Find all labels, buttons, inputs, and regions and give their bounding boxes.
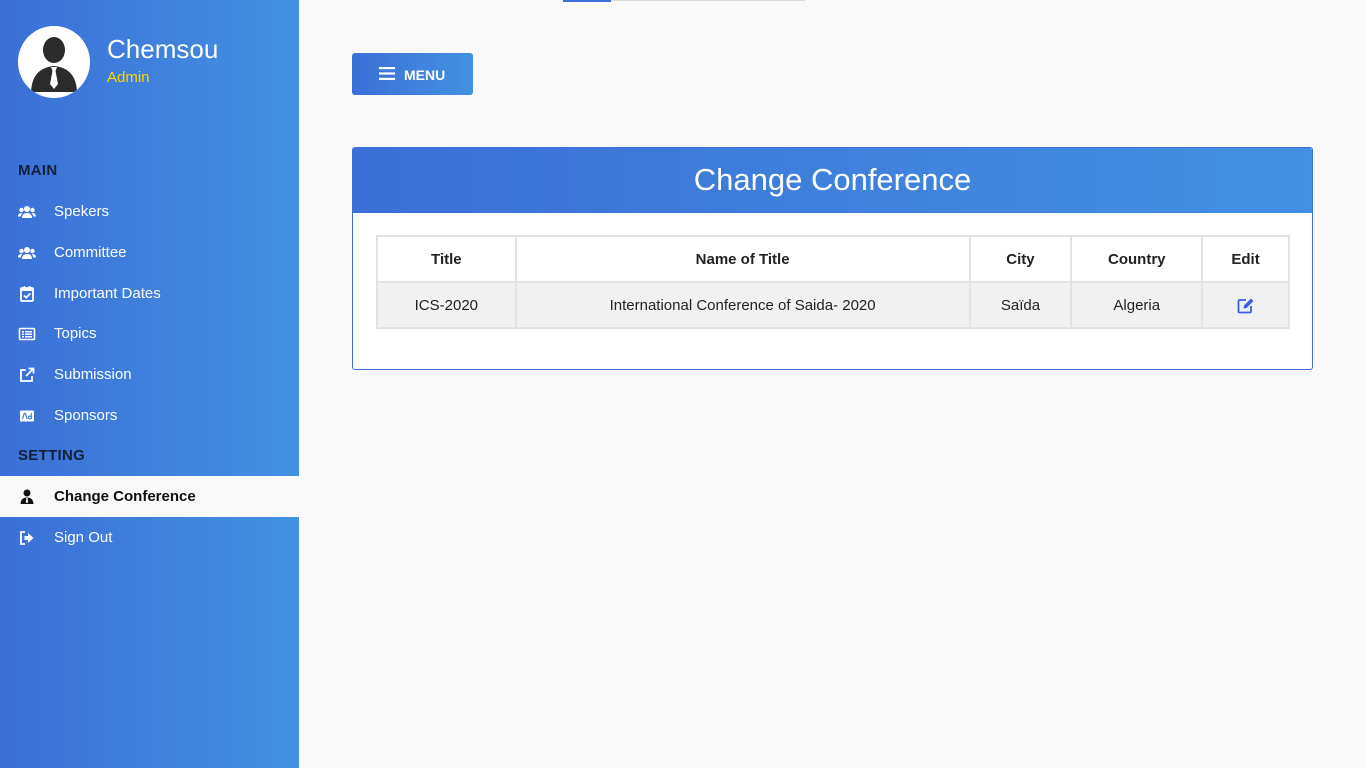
sidebar-item-committee[interactable]: Committee: [0, 232, 299, 273]
table-row: ICS-2020 International Conference of Sai…: [376, 281, 1290, 329]
top-tab-indicator: [563, 0, 611, 2]
menu-button-label: MENU: [404, 67, 446, 83]
ad-icon: [20, 410, 34, 422]
table-header-row: Title Name of Title City Country Edit: [376, 235, 1290, 283]
sidebar-item-change-conference[interactable]: Change Conference: [0, 476, 299, 517]
sign-out-icon: [20, 531, 34, 545]
cell-name: International Conference of Saida- 2020: [514, 281, 971, 329]
sidebar-item-label: Sponsors: [54, 407, 118, 424]
sidebar-item-label: Important Dates: [54, 285, 161, 302]
card-header: Change Conference: [353, 148, 1312, 213]
cell-city: Saïda: [968, 281, 1073, 329]
menu-button[interactable]: MENU: [352, 53, 473, 95]
users-icon: [18, 206, 36, 218]
user-role: Admin: [107, 69, 150, 86]
column-header-city: City: [968, 235, 1073, 283]
card-title: Change Conference: [693, 162, 972, 197]
column-header-title: Title: [376, 235, 517, 283]
conference-card: Change Conference Title Name of Title Ci…: [352, 147, 1313, 370]
column-header-name: Name of Title: [514, 235, 971, 283]
sidebar-item-spekers[interactable]: Spekers: [0, 191, 299, 232]
sidebar-item-sign-out[interactable]: Sign Out: [0, 517, 299, 558]
top-tab-track: [611, 0, 805, 1]
column-header-country: Country: [1070, 235, 1204, 283]
calendar-check-icon: [20, 286, 34, 302]
avatar: [18, 26, 90, 98]
edit-icon[interactable]: [1237, 297, 1255, 314]
users-icon: [18, 247, 36, 259]
list-icon: [18, 327, 36, 341]
sidebar-item-label: Spekers: [54, 203, 110, 220]
conference-table: Title Name of Title City Country Edit IC…: [376, 235, 1290, 329]
sidebar-item-label: Change Conference: [54, 488, 196, 505]
cell-edit: [1201, 281, 1290, 329]
column-header-edit: Edit: [1201, 235, 1290, 283]
sidebar-item-label: Sign Out: [54, 529, 113, 546]
hamburger-icon: [379, 67, 395, 80]
user-name: Chemsou: [107, 34, 219, 64]
sidebar-item-sponsors[interactable]: Sponsors: [0, 395, 299, 436]
sidebar-item-submission[interactable]: Submission: [0, 354, 299, 395]
sidebar-item-label: Topics: [54, 325, 97, 342]
cell-title: ICS-2020: [376, 281, 517, 329]
sidebar-item-topics[interactable]: Topics: [0, 313, 299, 354]
section-main: MAIN: [18, 162, 58, 179]
sidebar-item-important-dates[interactable]: Important Dates: [0, 273, 299, 314]
sidebar: Chemsou Admin MAIN Spekers Committee Imp…: [0, 0, 299, 768]
user-avatar-icon: [18, 26, 90, 98]
cell-country: Algeria: [1070, 281, 1204, 329]
external-link-icon: [20, 367, 35, 382]
sidebar-item-label: Committee: [54, 244, 127, 261]
user-tie-icon: [20, 489, 34, 504]
section-setting: SETTING: [18, 447, 86, 464]
sidebar-item-label: Submission: [54, 366, 132, 383]
